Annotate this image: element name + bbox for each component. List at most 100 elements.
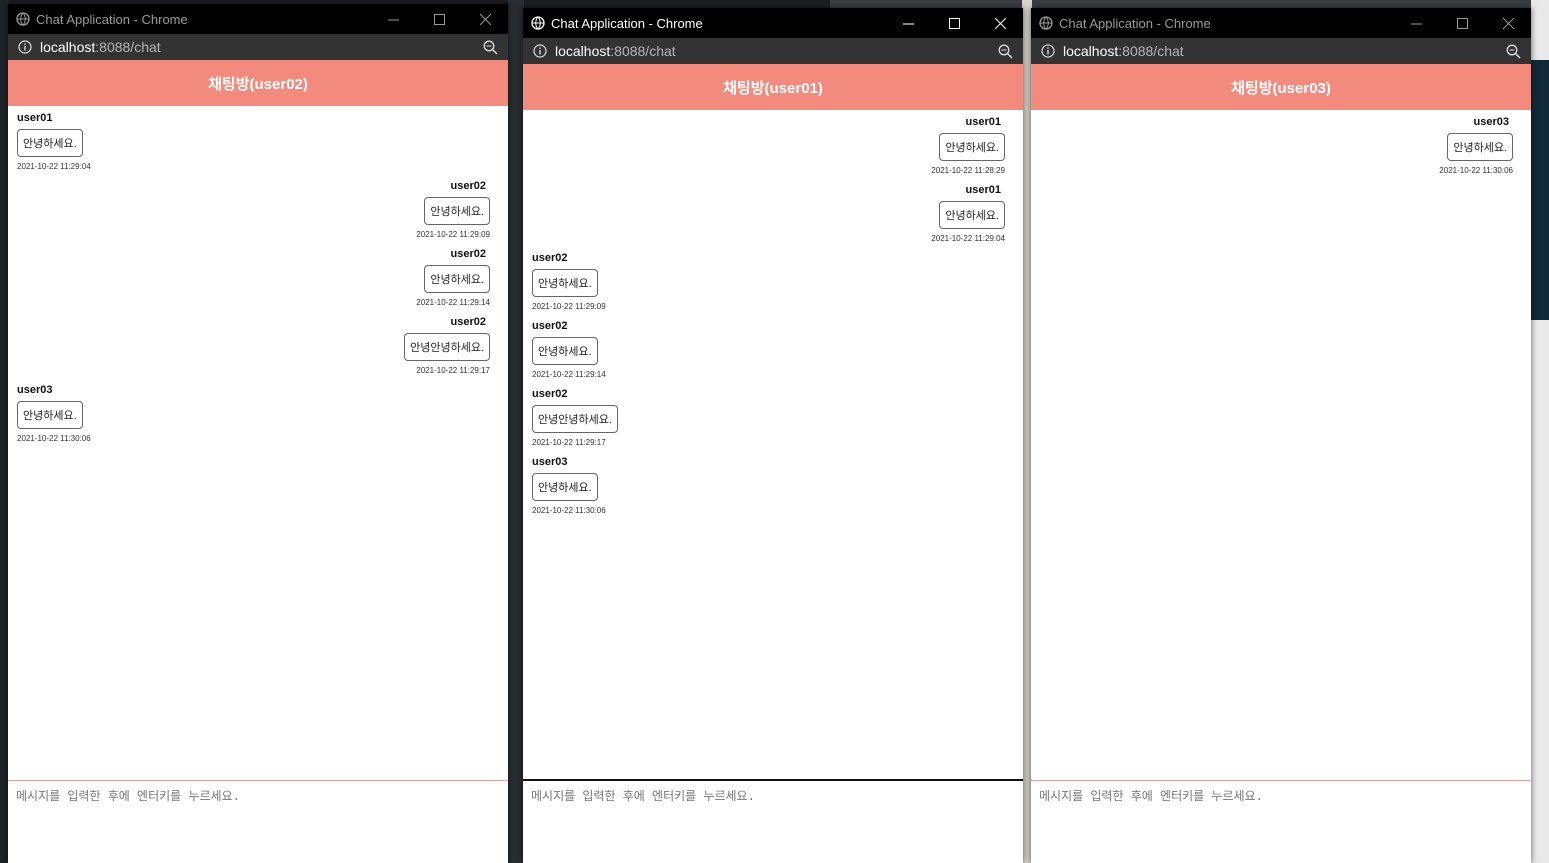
url-host: localhost [40,39,96,55]
message-item: user03 안녕하세요. 2021-10-22 11:30:06 [17,384,490,443]
message-timestamp: 2021-10-22 11:30:06 [17,434,91,443]
desktop-background-top [830,0,1549,8]
chat-room-title: 채팅방(user02) [8,60,508,106]
close-button[interactable] [1485,8,1531,38]
message-timestamp: 2021-10-22 11:29:17 [532,438,606,447]
message-item: user01 안녕하세요. 2021-10-22 11:28:29 [532,116,1005,175]
chat-window-user03[interactable]: Chat Application - Chrome localhost:8088… [1031,8,1531,863]
message-timestamp: 2021-10-22 11:29:14 [416,298,490,307]
close-button[interactable] [462,4,508,34]
globe-icon [16,12,30,26]
message-item: user01 안녕하세요. 2021-10-22 11:29:04 [532,184,1005,243]
window-titlebar[interactable]: Chat Application - Chrome [1031,8,1531,38]
message-username: user01 [965,116,1001,128]
message-bubble: 안녕하세요. [939,201,1005,229]
message-bubble: 안녕안녕하세요. [404,333,490,361]
maximize-button[interactable] [1439,8,1485,38]
close-icon [1502,17,1514,29]
minimize-button[interactable] [1393,8,1439,38]
window-titlebar[interactable]: Chat Application - Chrome [8,4,508,34]
maximize-icon [433,13,445,25]
message-bubble: 안녕하세요. [424,265,490,293]
message-username: user01 [965,184,1001,196]
globe-icon [1039,16,1053,30]
close-icon [994,17,1006,29]
message-timestamp: 2021-10-22 11:30:06 [1439,166,1513,175]
message-bubble: 안녕하세요. [532,337,598,365]
message-list: user01 안녕하세요. 2021-10-22 11:28:29 user01 안녕하… [523,110,1023,515]
message-username: user01 [17,112,53,124]
close-button[interactable] [977,8,1023,38]
message-timestamp: 2021-10-22 11:28:29 [931,166,1005,175]
message-item: user02 안녕안녕하세요. 2021-10-22 11:29:17 [532,388,1005,447]
message-bubble: 안녕하세요. [1447,133,1513,161]
message-input[interactable] [529,785,1013,849]
message-item: user01 안녕하세요. 2021-10-22 11:29:04 [17,112,490,171]
message-timestamp: 2021-10-22 11:29:04 [17,162,91,171]
message-item: user03 안녕하세요. 2021-10-22 11:30:06 [532,456,1005,515]
message-item: user03 안녕하세요. 2021-10-22 11:30:06 [1040,116,1513,175]
window-title: Chat Application - Chrome [1059,15,1211,31]
message-input-area[interactable] [1031,780,1531,863]
message-item: user02 안녕하세요. 2021-10-22 11:29:14 [532,320,1005,379]
message-item: user02 안녕하세요. 2021-10-22 11:29:09 [17,180,490,239]
maximize-icon [1456,17,1468,29]
url-host: localhost [1063,43,1119,59]
minimize-icon [1410,23,1422,24]
message-bubble: 안녕하세요. [17,129,83,157]
message-timestamp: 2021-10-22 11:29:09 [416,230,490,239]
desktop-background-right-dark [1531,60,1549,320]
message-username: user02 [450,180,486,192]
message-bubble: 안녕하세요. [532,473,598,501]
message-input-area[interactable] [8,780,508,863]
message-bubble: 안녕하세요. [17,401,83,429]
message-bubble: 안녕하세요. [532,269,598,297]
address-bar[interactable]: localhost:8088/chat [8,34,508,60]
maximize-icon [948,17,960,29]
message-input[interactable] [14,785,498,849]
info-icon[interactable] [533,44,547,58]
url-path: :8088/chat [610,43,676,59]
zoom-icon[interactable] [1506,44,1521,59]
zoom-icon[interactable] [483,40,498,55]
info-icon[interactable] [18,40,32,54]
maximize-button[interactable] [931,8,977,38]
message-username: user03 [532,456,568,468]
url-host: localhost [555,43,611,59]
message-timestamp: 2021-10-22 11:29:14 [532,370,606,379]
chat-room-title: 채팅방(user03) [1031,64,1531,110]
message-username: user03 [1473,116,1509,128]
message-item: user02 안녕안녕하세요. 2021-10-22 11:29:17 [17,316,490,375]
chat-window-user01[interactable]: Chat Application - Chrome localhost:8088… [523,8,1023,863]
message-item: user02 안녕하세요. 2021-10-22 11:29:14 [17,248,490,307]
maximize-button[interactable] [416,4,462,34]
message-bubble: 안녕하세요. [939,133,1005,161]
message-item: user02 안녕하세요. 2021-10-22 11:29:09 [532,252,1005,311]
zoom-icon[interactable] [998,44,1013,59]
message-bubble: 안녕안녕하세요. [532,405,618,433]
message-timestamp: 2021-10-22 11:29:17 [416,366,490,375]
message-username: user02 [532,320,568,332]
window-title: Chat Application - Chrome [551,15,703,31]
chat-window-user02[interactable]: Chat Application - Chrome localhost:8088… [8,4,508,863]
message-username: user02 [532,388,568,400]
message-list: user03 안녕하세요. 2021-10-22 11:30:06 [1031,110,1531,175]
url-path: :8088/chat [1118,43,1184,59]
minimize-icon [902,23,914,24]
message-input[interactable] [1037,785,1521,849]
message-timestamp: 2021-10-22 11:29:09 [532,302,606,311]
message-input-area[interactable] [523,779,1023,863]
window-title: Chat Application - Chrome [36,11,188,27]
address-bar[interactable]: localhost:8088/chat [1031,38,1531,64]
address-bar[interactable]: localhost:8088/chat [523,38,1023,64]
desktop-background-middle [508,0,524,863]
close-icon [479,13,491,25]
message-timestamp: 2021-10-22 11:29:04 [931,234,1005,243]
message-bubble: 안녕하세요. [424,197,490,225]
message-username: user02 [450,248,486,260]
chat-room-title: 채팅방(user01) [523,64,1023,110]
minimize-button[interactable] [885,8,931,38]
window-titlebar[interactable]: Chat Application - Chrome [523,8,1023,38]
info-icon[interactable] [1041,44,1055,58]
minimize-button[interactable] [370,4,416,34]
